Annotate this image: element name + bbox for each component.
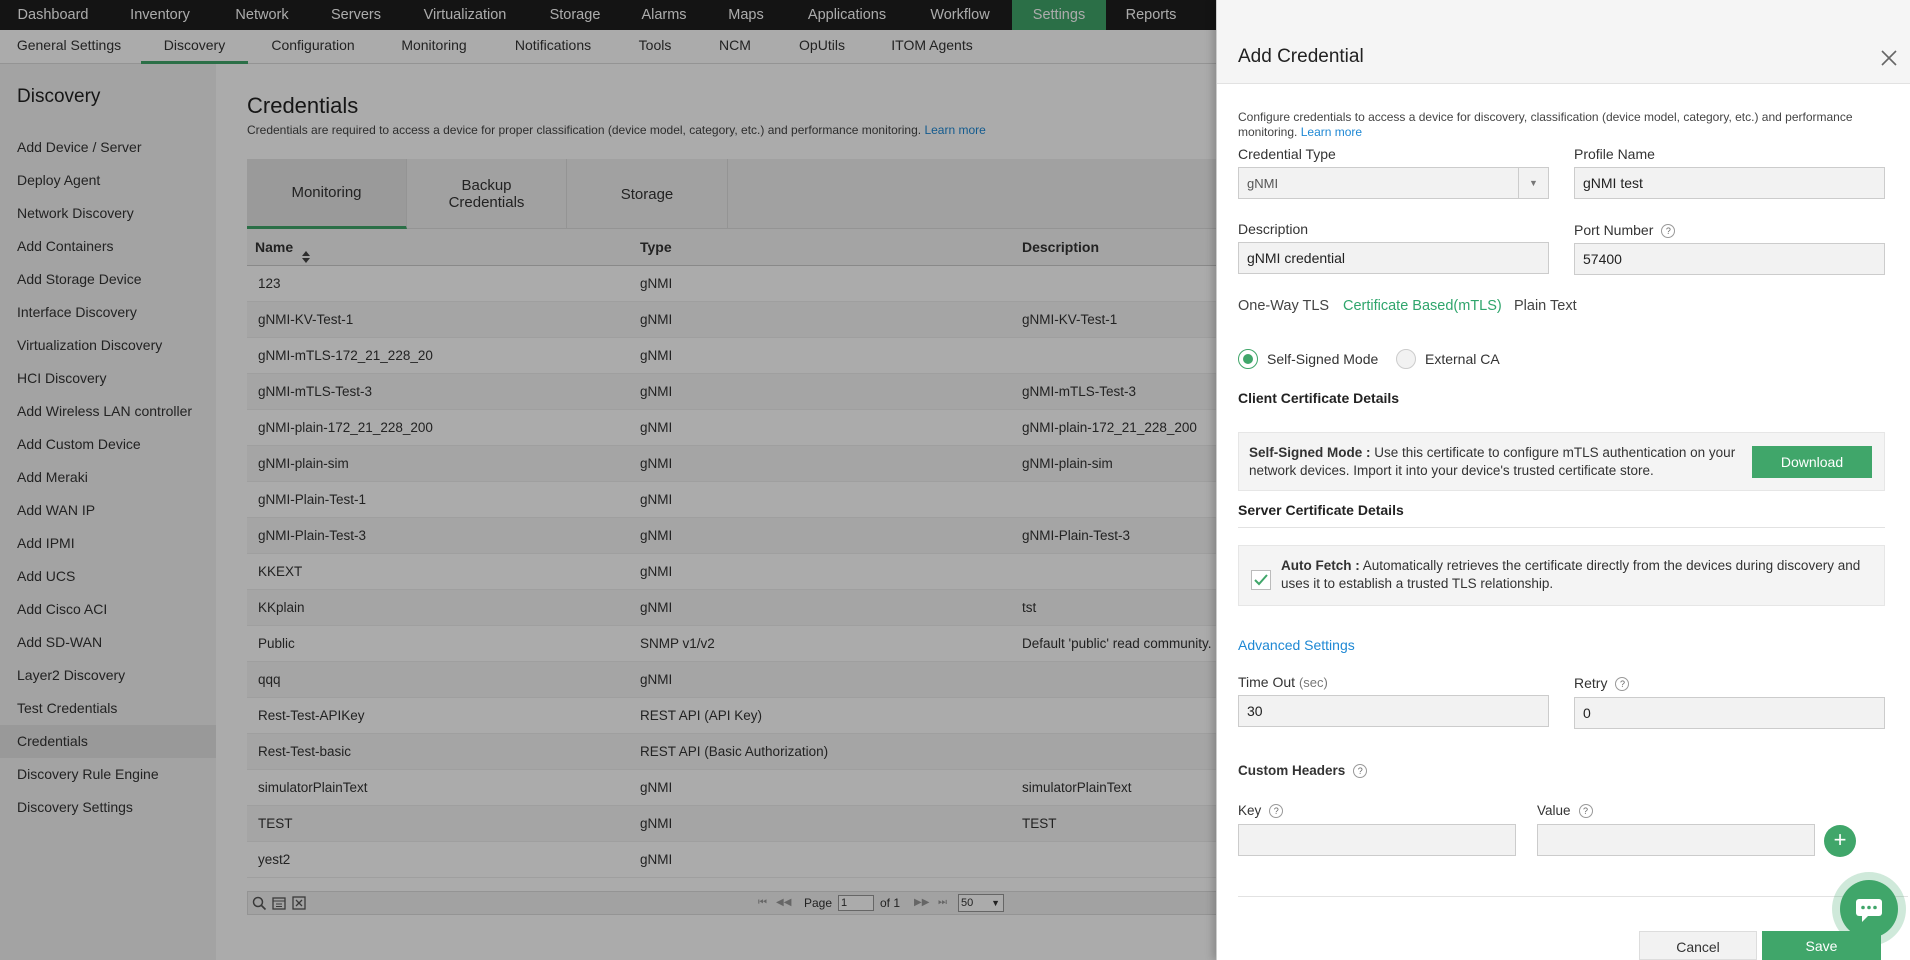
port-number-label: Port Number?	[1574, 222, 1676, 239]
chevron-down-icon: ▼	[1518, 168, 1548, 198]
divider	[1238, 527, 1885, 528]
port-number-input[interactable]: 57400	[1574, 243, 1885, 275]
modal-overlay[interactable]	[0, 0, 1216, 960]
timeout-label-text: Time Out	[1238, 674, 1296, 690]
credential-type-label: Credential Type	[1238, 146, 1336, 162]
header-key-input[interactable]	[1238, 824, 1516, 856]
check-icon	[1254, 574, 1268, 586]
divider	[1238, 896, 1908, 897]
description-input[interactable]: gNMI credential	[1238, 242, 1549, 274]
external-ca-radio[interactable]	[1396, 349, 1416, 369]
timeout-unit: (sec)	[1298, 675, 1328, 690]
tab-one-way-tls[interactable]: One-Way TLS	[1238, 298, 1329, 314]
custom-headers-label: Custom Headers?	[1238, 763, 1368, 779]
help-icon[interactable]: ?	[1353, 764, 1368, 779]
profile-name-label: Profile Name	[1574, 146, 1655, 162]
server-certificate-box: Auto Fetch : Automatically retrieves the…	[1238, 545, 1885, 606]
retry-label: Retry?	[1574, 675, 1630, 692]
external-ca-label: External CA	[1425, 351, 1500, 367]
client-certificate-title: Client Certificate Details	[1238, 390, 1400, 406]
client-certificate-box: Self-Signed Mode : Use this certificate …	[1238, 432, 1885, 491]
tab-plain-text[interactable]: Plain Text	[1514, 298, 1577, 314]
key-label-text: Key	[1238, 803, 1262, 818]
help-icon[interactable]: ?	[1661, 224, 1676, 239]
credential-type-value: gNMI	[1247, 176, 1279, 191]
panel-header: Add Credential	[1217, 0, 1910, 84]
auto-fetch-text: Auto Fetch : Automatically retrieves the…	[1281, 557, 1871, 593]
port-number-label-text: Port Number	[1574, 222, 1654, 238]
add-credential-panel: Add Credential Configure credentials to …	[1216, 0, 1910, 960]
auto-fetch-checkbox[interactable]	[1251, 570, 1271, 590]
add-icon[interactable]: +	[1824, 825, 1856, 857]
help-icon[interactable]: ?	[1615, 677, 1630, 692]
retry-label-text: Retry	[1574, 675, 1608, 691]
timeout-input[interactable]: 30	[1238, 695, 1549, 727]
panel-intro: Configure credentials to access a device…	[1238, 110, 1888, 140]
header-value-input[interactable]	[1537, 824, 1815, 856]
cancel-button[interactable]: Cancel	[1639, 931, 1757, 960]
value-label: Value?	[1537, 803, 1593, 819]
panel-learn-more-link[interactable]: Learn more	[1301, 125, 1362, 139]
retry-input[interactable]: 0	[1574, 697, 1885, 729]
custom-headers-label-text: Custom Headers	[1238, 763, 1346, 778]
advanced-settings-link[interactable]: Advanced Settings	[1238, 637, 1355, 653]
self-signed-mode-radio[interactable]	[1238, 349, 1258, 369]
server-certificate-title: Server Certificate Details	[1238, 502, 1404, 518]
description-label: Description	[1238, 221, 1309, 237]
key-label: Key?	[1238, 803, 1284, 819]
help-icon[interactable]: ?	[1578, 804, 1593, 819]
chat-icon[interactable]	[1840, 880, 1898, 938]
value-label-text: Value	[1537, 803, 1571, 818]
timeout-label: Time Out (sec)	[1238, 674, 1328, 690]
chat-widget[interactable]	[1828, 868, 1910, 960]
client-certificate-text: Self-Signed Mode : Use this certificate …	[1249, 444, 1739, 480]
auto-fetch-desc: Automatically retrieves the certificate …	[1281, 558, 1861, 591]
profile-name-input[interactable]: gNMI test	[1574, 167, 1885, 199]
panel-title: Add Credential	[1238, 46, 1364, 67]
help-icon[interactable]: ?	[1269, 804, 1284, 819]
client-certificate-bold: Self-Signed Mode :	[1249, 445, 1371, 460]
auto-fetch-bold: Auto Fetch :	[1281, 558, 1360, 573]
download-button[interactable]: Download	[1752, 446, 1872, 478]
tab-certificate-based-mtls[interactable]: Certificate Based(mTLS)	[1343, 298, 1502, 314]
close-icon[interactable]	[1879, 48, 1901, 70]
credential-type-select[interactable]: gNMI ▼	[1238, 167, 1549, 199]
self-signed-mode-label: Self-Signed Mode	[1267, 351, 1379, 367]
